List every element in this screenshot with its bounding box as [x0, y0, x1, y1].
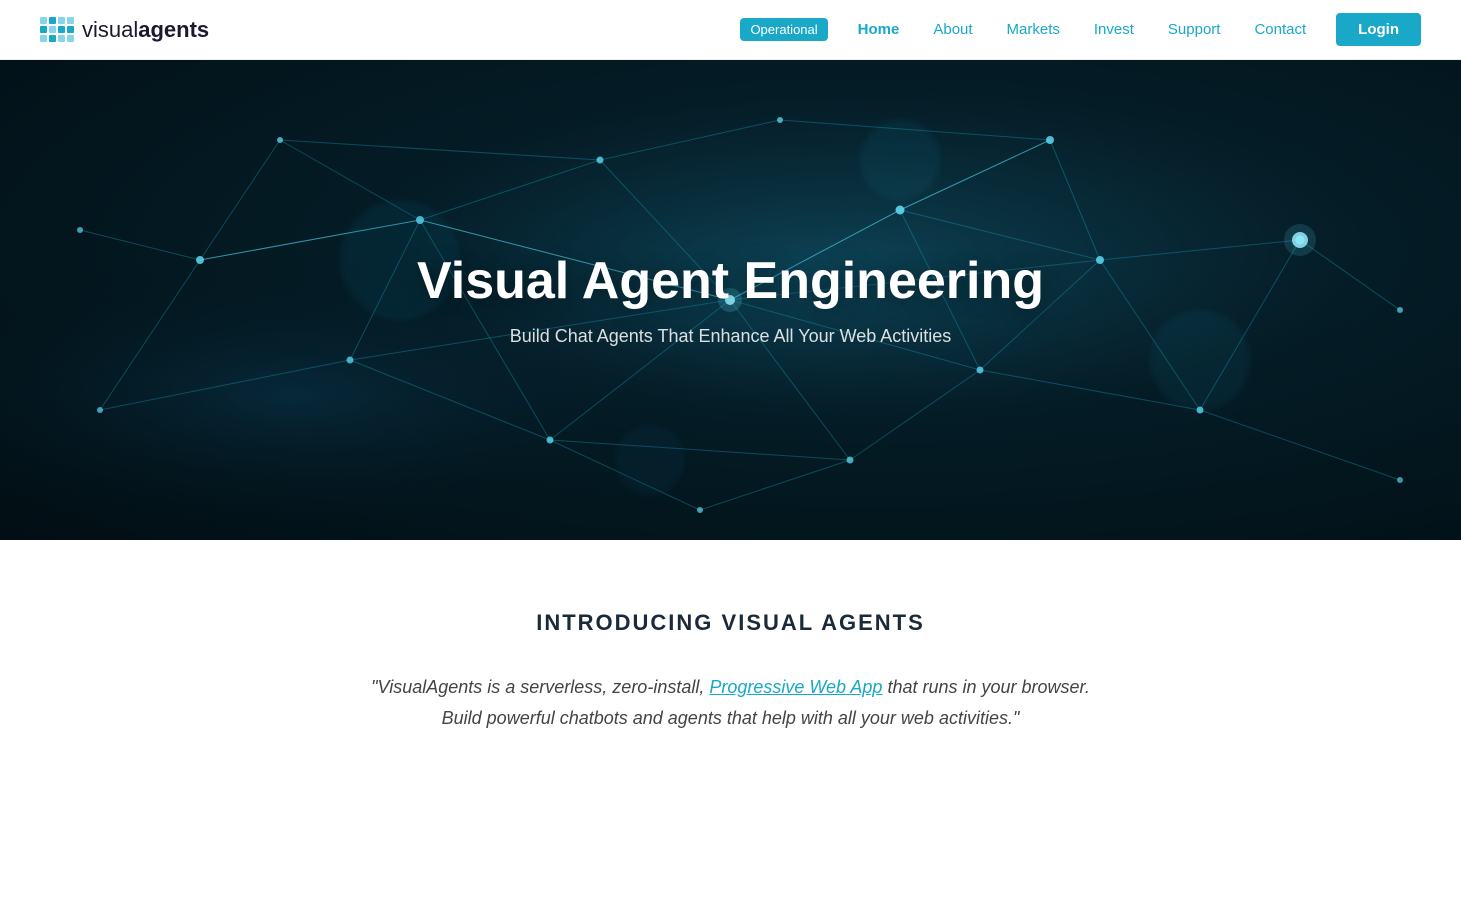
login-button[interactable]: Login: [1336, 13, 1421, 46]
nav-item-contact[interactable]: Contact: [1240, 15, 1320, 44]
nav-right: Operational Home About Markets Invest Su…: [740, 13, 1421, 46]
intro-pwa-link[interactable]: Progressive Web App: [709, 677, 882, 697]
logo-grid-icon: [40, 17, 74, 42]
status-badge: Operational: [740, 18, 827, 41]
hero-section: Visual Agent Engineering Build Chat Agen…: [0, 60, 1461, 540]
intro-heading: INTRODUCING VISUAL AGENTS: [371, 610, 1091, 636]
logo-bold: agents: [138, 17, 209, 42]
nav-item-support[interactable]: Support: [1154, 15, 1235, 44]
logo-regular: visual: [82, 17, 138, 42]
logo[interactable]: visualagents: [40, 17, 209, 43]
hero-content: Visual Agent Engineering Build Chat Agen…: [417, 253, 1044, 347]
nav-item-invest[interactable]: Invest: [1080, 15, 1148, 44]
intro-section: INTRODUCING VISUAL AGENTS "VisualAgents …: [331, 540, 1131, 793]
nav-item-home[interactable]: Home: [844, 15, 914, 44]
hero-title: Visual Agent Engineering: [417, 253, 1044, 310]
nav-item-markets[interactable]: Markets: [993, 15, 1074, 44]
hero-subtitle: Build Chat Agents That Enhance All Your …: [417, 326, 1044, 347]
intro-wrapper: INTRODUCING VISUAL AGENTS "VisualAgents …: [0, 540, 1461, 793]
nav-item-about[interactable]: About: [919, 15, 986, 44]
navbar: visualagents Operational Home About Mark…: [0, 0, 1461, 60]
intro-quote: "VisualAgents is a serverless, zero-inst…: [371, 672, 1091, 733]
intro-quote-before: "VisualAgents is a serverless, zero-inst…: [371, 677, 709, 697]
logo-text: visualagents: [82, 17, 209, 43]
